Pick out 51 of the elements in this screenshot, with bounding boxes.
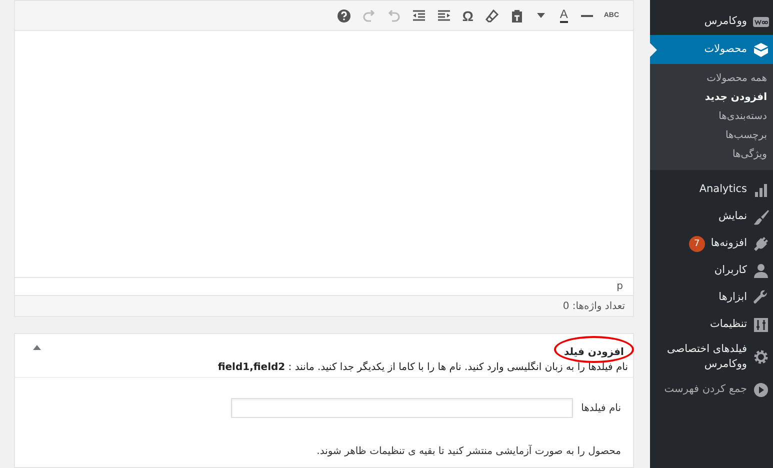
- field-names-input[interactable]: [231, 398, 574, 418]
- menu-label: محصولات: [704, 42, 747, 57]
- menu-item[interactable]: محصولات: [650, 35, 773, 64]
- menu-label: تنظیمات: [710, 316, 747, 332]
- menu-item[interactable]: فیلدهای اختصاصی ووکامرس: [650, 338, 773, 376]
- menu-label: Analytics: [699, 182, 747, 197]
- word-count: تعداد واژه‌ها: 0: [562, 300, 625, 312]
- submenu-item[interactable]: همه محصولات: [650, 69, 773, 88]
- submenu-item[interactable]: برچسب‌ها: [650, 126, 773, 145]
- plug-icon: [753, 236, 769, 252]
- menu-label: ووکامرس: [704, 14, 747, 29]
- menu-item[interactable]: کاربران: [650, 257, 773, 284]
- menu-item[interactable]: ابزارها: [650, 284, 773, 311]
- menu-label: جمع کردن فهرست: [664, 382, 747, 398]
- metabox-title: افزودن فیلد: [564, 347, 624, 358]
- menu-label: ابزارها: [718, 290, 747, 305]
- menu-label: افزونه‌ها: [710, 236, 747, 251]
- submenu-item[interactable]: ویژگی‌ها: [650, 145, 773, 164]
- menu-item[interactable]: تنظیمات: [650, 311, 773, 338]
- bar-chart-icon: [753, 182, 769, 198]
- format-button[interactable]: Ω: [460, 4, 476, 26]
- notice-text: محصول را به صورت آزمایشی منتشر کنید تا بقیه ی تنظیمات ظاهر شوند.: [316, 446, 621, 457]
- menu-item[interactable]: نمایش: [650, 203, 773, 230]
- caret-icon: [536, 12, 545, 18]
- menu-item[interactable]: جمع کردن فهرست: [650, 376, 773, 404]
- help-icon: [336, 8, 351, 22]
- settings-icon: [753, 349, 769, 366]
- user-icon: [753, 262, 769, 278]
- outdent-icon: [412, 8, 426, 22]
- indent-icon: [436, 8, 451, 22]
- wrench-icon: [753, 290, 769, 306]
- sliders-icon: [753, 316, 769, 332]
- format-button[interactable]: A: [556, 4, 572, 26]
- menu-item[interactable]: ووکامرس: [650, 8, 773, 35]
- undo-icon: [386, 8, 401, 22]
- submenu-item[interactable]: دسته‌بندی‌ها: [650, 107, 773, 126]
- line-icon: [580, 14, 593, 16]
- menu-item[interactable]: Analytics: [650, 176, 773, 203]
- eraser-icon: [484, 8, 499, 22]
- clipboard-icon: [510, 8, 524, 22]
- field-label: نام فیلدها: [581, 402, 621, 414]
- cube-icon: [753, 42, 769, 58]
- submenu-item[interactable]: افزودن جدید: [650, 88, 773, 107]
- menu-label: کاربران: [714, 262, 747, 278]
- element-path: p: [616, 281, 623, 292]
- menu-label: نمایش: [718, 208, 747, 224]
- brush-icon: [753, 208, 769, 224]
- redo-icon: [362, 8, 376, 22]
- play-circle-icon: [753, 382, 769, 398]
- menu-label: فیلدهای اختصاصی ووکامرس: [666, 342, 747, 372]
- update-count-badge: 7: [688, 236, 705, 252]
